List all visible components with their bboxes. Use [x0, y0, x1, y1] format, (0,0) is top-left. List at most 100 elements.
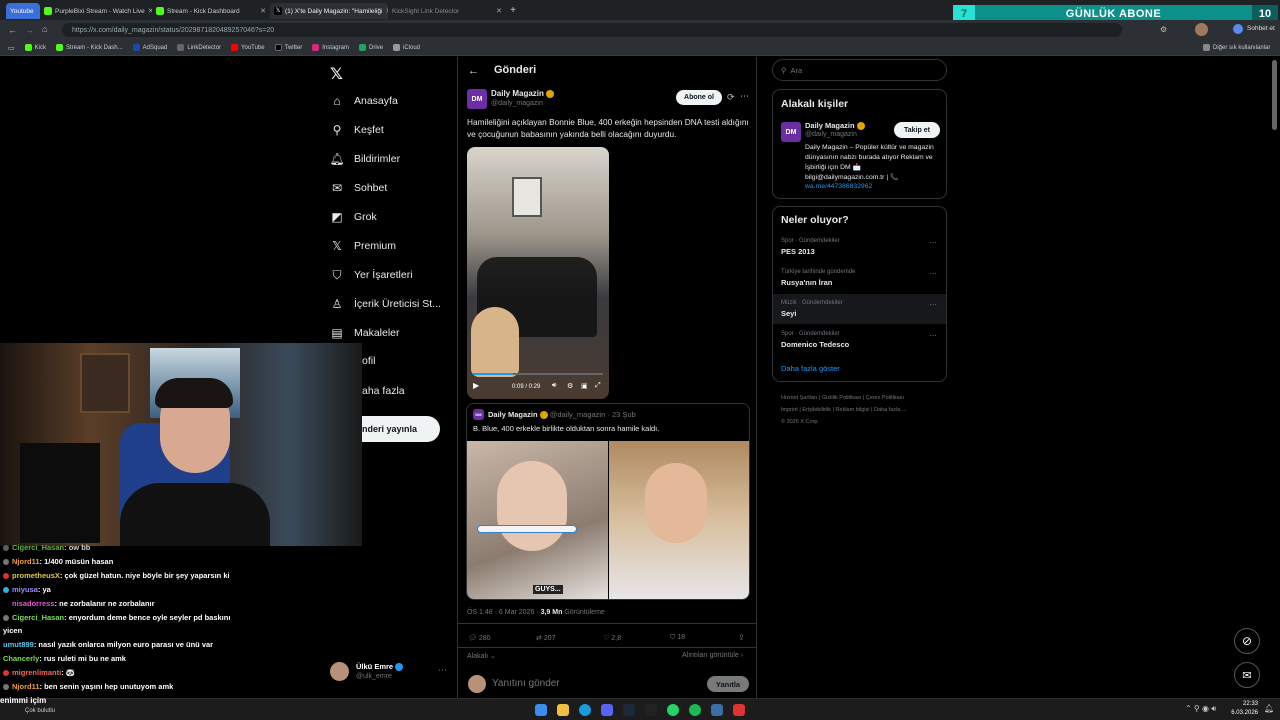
chat-username[interactable]: miyusa	[12, 585, 38, 594]
chat-username[interactable]: Cigerci_Hasan	[12, 613, 64, 622]
nav-notifications[interactable]: 🔔︎ Bildirimler	[329, 152, 400, 166]
share-icon[interactable]: ⇪	[738, 633, 745, 642]
nav-profile[interactable]: ofil	[362, 355, 375, 367]
close-icon[interactable]: ✕	[260, 7, 266, 15]
more-icon[interactable]: ⋯	[438, 665, 447, 676]
page-scrollbar[interactable]	[1272, 60, 1277, 130]
chat-username[interactable]: Njord11	[12, 682, 40, 691]
post-button[interactable]: nderi yayınla	[360, 416, 440, 442]
chat-username[interactable]: prometheusX	[12, 571, 60, 580]
footer-link[interactable]: Çerez Politikası	[866, 395, 904, 401]
nav-articles[interactable]: ▤ Makaleler	[330, 326, 399, 340]
tab-x-post[interactable]: 𝕏(1) X'te Daily Magazin: "Hamileliği✕	[270, 3, 388, 19]
chat-username[interactable]: Cigerci_Hasan	[12, 543, 64, 552]
tab-kick-dashboard[interactable]: Stream - Kick Dashboard ✕	[152, 3, 270, 19]
like-action[interactable]: ♡ 2,8	[603, 634, 621, 642]
steam-icon[interactable]	[623, 704, 635, 716]
address-bar[interactable]: https://x.com/daily_magazin/status/20298…	[62, 23, 1122, 37]
clock-time[interactable]: 22:33	[1230, 701, 1258, 707]
bookmark-action[interactable]: ⛉ 18	[670, 634, 685, 642]
trend-item[interactable]: Müzik · Gündemdekiler Seyi	[781, 300, 843, 318]
new-tab-button[interactable]: +	[506, 5, 520, 16]
grok-explain-icon[interactable]: ⟳	[727, 92, 735, 103]
nav-premium[interactable]: 𝕏 Premium	[330, 239, 396, 253]
extensions-icon[interactable]: ⚙	[1160, 25, 1167, 34]
trend-item[interactable]: Spor · Gündemdekiler PES 2013	[781, 238, 840, 256]
windows-start-icon[interactable]	[535, 704, 547, 716]
chat-username[interactable]: Chancerly	[3, 654, 39, 663]
more-icon[interactable]: ⋯	[929, 238, 937, 247]
nav-home[interactable]: ⌂ Anasayfa	[330, 94, 397, 108]
nav-grok[interactable]: ◩ Grok	[330, 210, 376, 224]
bookmark-item[interactable]: iCloud	[393, 44, 420, 51]
video-progress-track[interactable]	[473, 373, 603, 375]
app-icon[interactable]	[711, 704, 723, 716]
obs-icon[interactable]	[645, 704, 657, 716]
reply-action[interactable]: 💬︎ 280	[468, 634, 491, 642]
weather-title[interactable]: enimmi içim	[0, 696, 46, 705]
back-arrow-icon[interactable]: ←	[468, 65, 479, 77]
subscribe-button[interactable]: Abone ol	[676, 90, 722, 105]
nav-explore[interactable]: ⚲ Keşfet	[330, 123, 384, 137]
home-icon[interactable]: ⌂	[42, 24, 47, 34]
chat-username[interactable]: Njord11	[12, 557, 40, 566]
fullscreen-icon[interactable]: ⤢	[595, 382, 601, 390]
discord-icon[interactable]	[601, 704, 613, 716]
copilot-icon[interactable]	[1233, 24, 1243, 34]
trend-item[interactable]: Türkiye tarihinde gündemde Rusya'nın İran	[781, 269, 855, 287]
footer-link[interactable]: Daha fazla ...	[874, 407, 906, 413]
footer-link[interactable]: Hizmet Şartları	[781, 395, 817, 401]
relevance-dropdown[interactable]: Alakalı ⌄	[467, 652, 496, 660]
tab-kicksight[interactable]: KickSight Link Detector ✕	[388, 3, 506, 19]
whatsapp-icon[interactable]	[667, 704, 679, 716]
repost-action[interactable]: ⇄ 207	[536, 634, 556, 642]
forward-icon[interactable]: →	[25, 25, 34, 35]
nav-creator-studio[interactable]: ♙ İçerik Üreticisi St...	[330, 297, 441, 311]
tray-icons[interactable]: ⌃ ⚲ ◉ 🔊︎	[1185, 704, 1216, 714]
nav-messages[interactable]: ✉ Sohbet	[330, 181, 387, 195]
messages-fab-icon[interactable]: ✉	[1234, 662, 1260, 688]
footer-link[interactable]: Reklam bilgisi	[836, 407, 870, 413]
close-icon[interactable]: ✕	[496, 7, 502, 15]
back-icon[interactable]: ←	[8, 25, 17, 35]
grok-fab-icon[interactable]: ⊘	[1234, 628, 1260, 654]
view-quotes-link[interactable]: Alıntıları görüntüle ›	[682, 652, 743, 659]
bookmark-item[interactable]: YouTube	[231, 44, 265, 51]
volume-icon[interactable]: 🔊︎	[552, 382, 556, 390]
reply-button[interactable]: Yanıtla	[707, 676, 749, 692]
footer-link[interactable]: Imprint	[781, 407, 798, 413]
chat-username[interactable]: umut899	[3, 640, 34, 649]
trend-item[interactable]: Spor · Gündemdekiler Domenico Tedesco	[781, 331, 849, 349]
profile-avatar[interactable]	[1195, 23, 1208, 36]
author-avatar[interactable]: DM	[467, 89, 487, 109]
search-input[interactable]: ⚲ Ara	[772, 59, 947, 81]
tab-youtube[interactable]: Youtube	[6, 3, 40, 19]
show-more-link[interactable]: Daha fazla göster	[781, 364, 840, 373]
footer-link[interactable]: Gizlilik Politikası	[822, 395, 861, 401]
bookmark-item[interactable]: LinkDetector	[177, 44, 221, 51]
edge-icon[interactable]	[579, 704, 591, 716]
settings-icon[interactable]: ⚙	[567, 382, 573, 390]
bookmark-item[interactable]: AdSquad	[132, 44, 167, 51]
nav-bookmarks[interactable]: ⛉ Yer İşaretleri	[330, 268, 412, 282]
bookmark-item[interactable]: Drive	[358, 44, 383, 51]
other-bookmarks[interactable]: Diğer sık kullanılanlar	[1203, 44, 1270, 51]
bookmark-item[interactable]: Instagram	[312, 44, 349, 51]
notification-bell-icon[interactable]: 🔔︎	[1264, 704, 1274, 713]
more-icon[interactable]: ⋯	[929, 300, 937, 309]
related-name[interactable]: Daily Magazin	[805, 121, 865, 131]
chat-username[interactable]: nisadorress	[12, 599, 55, 608]
chat-username[interactable]: migrenlimanti	[12, 668, 61, 677]
bookmark-item[interactable]: Twitter	[274, 44, 302, 51]
bookmark-item[interactable]: Kick	[24, 44, 46, 51]
account-switcher[interactable]: Ülkü Emre @ulk_emre ⋯	[330, 661, 450, 683]
play-icon[interactable]: ▶	[473, 381, 479, 390]
tab-purplebixi[interactable]: PurpleBixi Stream - Watch Live ✕	[40, 3, 152, 19]
bookmarks-menu-icon[interactable]: ▭	[8, 44, 15, 52]
clock-date[interactable]: 6.03.2026	[1228, 710, 1258, 716]
pip-icon[interactable]: ▣	[581, 382, 588, 390]
reply-input[interactable]: Yanıtını gönder	[492, 678, 560, 689]
post-video[interactable]: ▶ 0:09 / 0:29 🔊︎ ⚙ ▣ ⤢	[467, 147, 609, 399]
bookmark-item[interactable]: Stream - Kick Dash...	[55, 44, 123, 51]
more-icon[interactable]: ⋯	[929, 269, 937, 278]
